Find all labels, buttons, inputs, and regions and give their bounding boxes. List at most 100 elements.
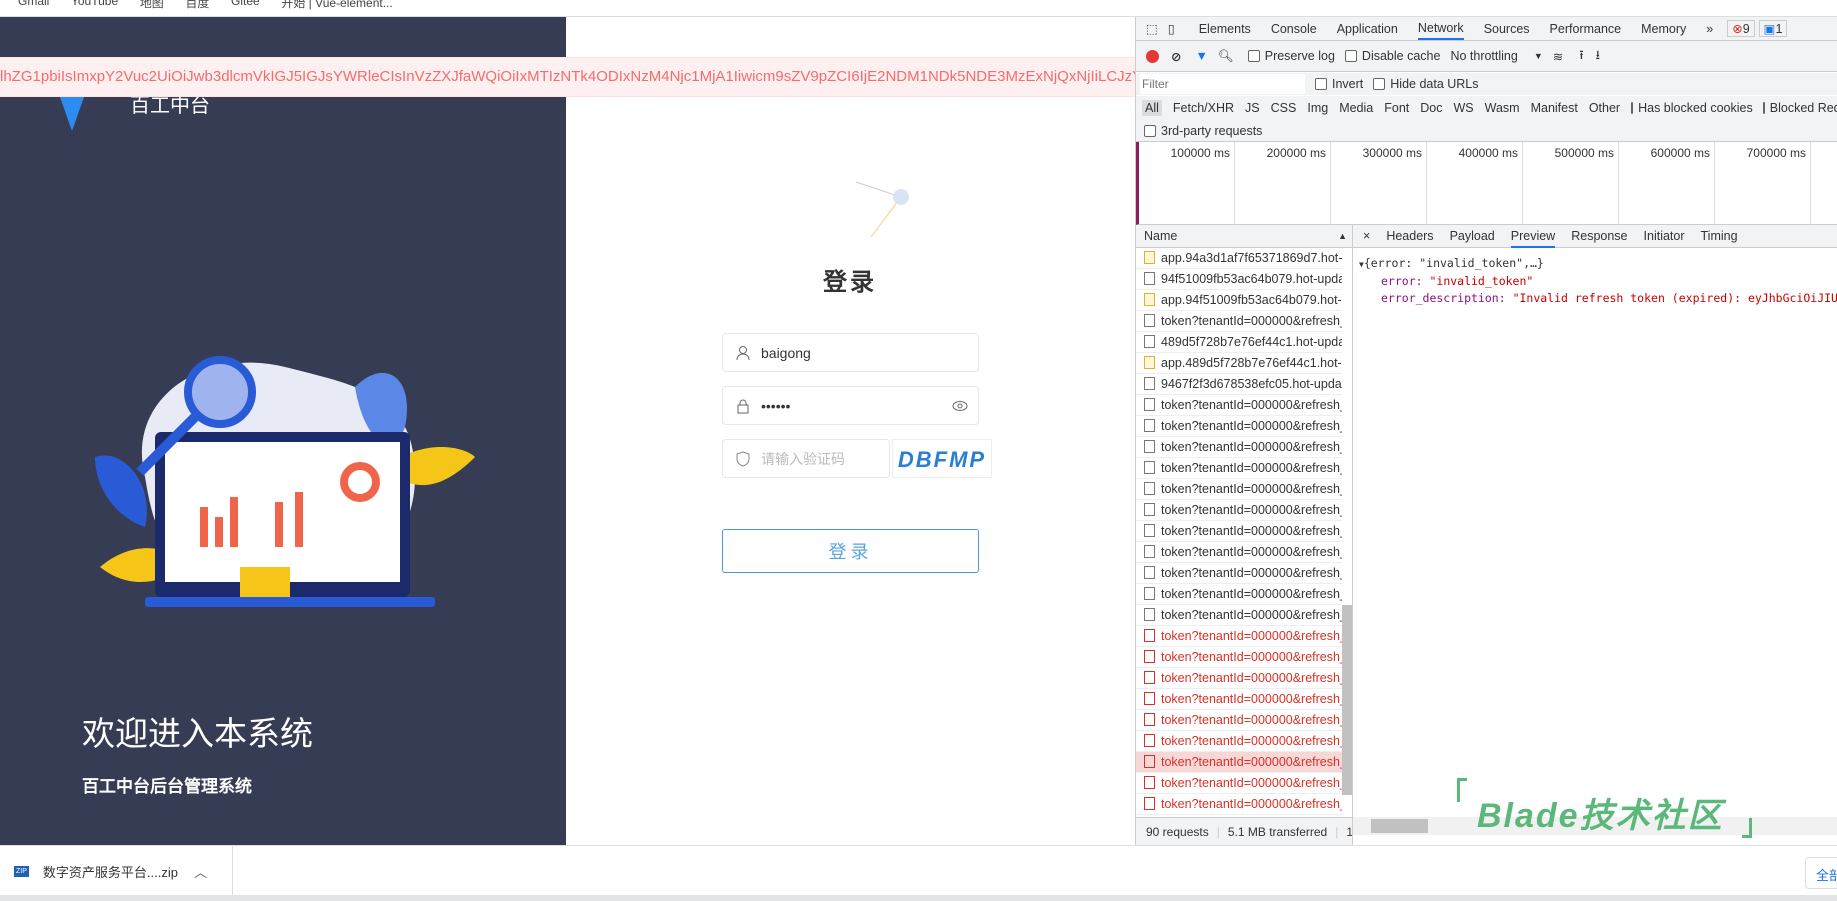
request-row[interactable]: token?tenantId=000000&refresh_token xyxy=(1136,626,1342,647)
bookmark[interactable]: Gitee xyxy=(231,0,260,8)
request-row[interactable]: token?tenantId=000000&refresh_token xyxy=(1136,773,1342,794)
filter-icon[interactable]: ▼ xyxy=(1195,49,1207,63)
error-count-badge[interactable]: ⊗9 xyxy=(1727,20,1755,37)
invert-checkbox[interactable] xyxy=(1315,78,1327,90)
name-column-header[interactable]: Name ▲ xyxy=(1136,225,1352,248)
request-row[interactable]: token?tenantId=000000&refresh_token xyxy=(1136,416,1342,437)
detail-tab-payload[interactable]: Payload xyxy=(1450,225,1495,247)
type-filter-all[interactable]: All xyxy=(1142,100,1162,116)
network-conditions-icon[interactable]: ≋ xyxy=(1553,49,1563,64)
record-icon[interactable] xyxy=(1146,49,1159,63)
tab-performance[interactable]: Performance xyxy=(1550,18,1622,40)
request-row[interactable]: token?tenantId=000000&refresh_token xyxy=(1136,605,1342,626)
request-row[interactable]: token?tenantId=000000&refresh_token xyxy=(1136,563,1342,584)
download-icon[interactable]: ⭳ xyxy=(1596,46,1600,67)
more-tabs-icon[interactable]: » xyxy=(1706,22,1713,36)
type-filter-manifest[interactable]: Manifest xyxy=(1531,101,1578,115)
request-row[interactable]: app.94a3d1af7f65371869d7.hot-update.js xyxy=(1136,248,1342,269)
type-filter-other[interactable]: Other xyxy=(1589,101,1620,115)
request-row[interactable]: app.94f51009fb53ac64b079.hot-update.js xyxy=(1136,290,1342,311)
request-row[interactable]: token?tenantId=000000&refresh_token xyxy=(1136,542,1342,563)
download-bar: ZIP 数字资产服务平台....zip ︿ 全部 xyxy=(0,845,1837,896)
taskbar-edge xyxy=(0,895,1837,901)
disable-cache-checkbox[interactable] xyxy=(1344,50,1357,62)
request-row[interactable]: token?tenantId=000000&refresh_token xyxy=(1136,731,1342,752)
type-filter-media[interactable]: Media xyxy=(1339,101,1373,115)
tab-network[interactable]: Network xyxy=(1417,17,1464,40)
login-left-panel: 百工中台 欢迎进入本系统 百工中台后台管理系统 xyxy=(0,17,566,845)
request-row[interactable]: 489d5f728b7e76ef44c1.hot-update.json xyxy=(1136,332,1342,353)
request-row[interactable]: token?tenantId=000000&refresh_token xyxy=(1136,395,1342,416)
bookmark[interactable]: 百度 xyxy=(185,0,209,11)
bookmark[interactable]: 地图 xyxy=(140,0,164,11)
type-filter-css[interactable]: CSS xyxy=(1271,101,1297,115)
request-name: token?tenantId=000000&refresh_token xyxy=(1161,524,1342,538)
bookmark[interactable]: Gmail xyxy=(18,0,49,8)
hide-data-urls-checkbox[interactable] xyxy=(1373,78,1386,90)
request-row[interactable]: token?tenantId=000000&refresh_token xyxy=(1136,521,1342,542)
show-all-button[interactable]: 全部 xyxy=(1805,857,1837,889)
request-row[interactable]: token?tenantId=000000&refresh_token xyxy=(1136,794,1342,815)
dropdown-icon[interactable]: ▼ xyxy=(1534,51,1543,61)
scrollbar[interactable] xyxy=(1342,605,1352,795)
detail-tab-headers[interactable]: Headers xyxy=(1386,225,1433,247)
filter-input[interactable] xyxy=(1140,74,1305,94)
tab-sources[interactable]: Sources xyxy=(1484,18,1530,40)
bookmark[interactable]: 开始 | Vue-element... xyxy=(281,0,392,11)
type-filter-wasm[interactable]: Wasm xyxy=(1485,101,1520,115)
tab-elements[interactable]: Elements xyxy=(1199,18,1251,40)
tab-application[interactable]: Application xyxy=(1337,18,1398,40)
request-row[interactable]: token?tenantId=000000&refresh_token xyxy=(1136,311,1342,332)
chevron-up-icon[interactable]: ︿ xyxy=(194,862,207,881)
request-row[interactable]: token?tenantId=000000&refresh_token xyxy=(1136,752,1342,773)
type-filter-ws[interactable]: WS xyxy=(1453,101,1473,115)
captcha-image[interactable]: DBFMP xyxy=(892,439,992,478)
device-toggle-icon[interactable]: ▯ xyxy=(1168,21,1175,36)
request-row[interactable]: token?tenantId=000000&refresh_token xyxy=(1136,668,1342,689)
request-row[interactable]: token?tenantId=000000&refresh_token xyxy=(1136,584,1342,605)
tab-memory[interactable]: Memory xyxy=(1641,18,1686,40)
type-filter-img[interactable]: Img xyxy=(1307,101,1328,115)
type-filter-doc[interactable]: Doc xyxy=(1420,101,1442,115)
type-filter-fetchxhr[interactable]: Fetch/XHR xyxy=(1173,101,1234,115)
preserve-log-checkbox[interactable] xyxy=(1247,50,1260,62)
tab-console[interactable]: Console xyxy=(1271,18,1317,40)
password-field[interactable]: •••••• xyxy=(722,386,979,425)
type-filter-js[interactable]: JS xyxy=(1245,101,1260,115)
type-filter-font[interactable]: Font xyxy=(1384,101,1409,115)
login-button[interactable]: 登录 xyxy=(722,529,979,573)
message-count-badge[interactable]: ▣1 xyxy=(1758,20,1788,37)
request-row[interactable]: token?tenantId=000000&refresh_token xyxy=(1136,458,1342,479)
request-row[interactable]: token?tenantId=000000&refresh_token xyxy=(1136,500,1342,521)
upload-icon[interactable]: ⭱ xyxy=(1579,46,1583,67)
clear-icon[interactable]: ⊘ xyxy=(1171,49,1181,64)
bookmark[interactable]: YouTube xyxy=(71,0,118,8)
captcha-field[interactable]: 请输入验证码 xyxy=(722,439,890,478)
detail-tab-initiator[interactable]: Initiator xyxy=(1644,225,1685,247)
request-row[interactable]: token?tenantId=000000&refresh_token xyxy=(1136,689,1342,710)
request-row[interactable]: app.489d5f728b7e76ef44c1.hot-update.js xyxy=(1136,353,1342,374)
network-timeline[interactable]: 100000 ms 200000 ms 300000 ms 400000 ms 5000… xyxy=(1136,142,1837,225)
request-name: token?tenantId=000000&refresh_token xyxy=(1161,503,1342,517)
eye-icon[interactable] xyxy=(952,400,968,412)
third-party-checkbox[interactable] xyxy=(1144,124,1156,137)
search-icon[interactable]: 🔍︎ xyxy=(1218,49,1234,64)
request-row[interactable]: token?tenantId=000000&refresh_token xyxy=(1136,647,1342,668)
inspect-icon[interactable]: ⬚ xyxy=(1146,21,1158,36)
json-root[interactable]: ▼{error: "invalid_token",…} xyxy=(1359,255,1837,273)
blocked-requests-checkbox[interactable] xyxy=(1762,102,1765,114)
download-item[interactable]: ZIP 数字资产服务平台....zip ︿ xyxy=(0,846,233,896)
detail-tab-preview[interactable]: Preview xyxy=(1510,225,1556,248)
detail-tab-timing[interactable]: Timing xyxy=(1701,225,1738,247)
request-name: 489d5f728b7e76ef44c1.hot-update.json xyxy=(1161,335,1342,349)
request-row[interactable]: token?tenantId=000000&refresh_token xyxy=(1136,710,1342,731)
close-icon[interactable]: × xyxy=(1363,229,1370,243)
detail-tab-response[interactable]: Response xyxy=(1571,225,1627,247)
request-row[interactable]: 9467f2f3d678538efc05.hot-update.json xyxy=(1136,374,1342,395)
request-row[interactable]: token?tenantId=000000&refresh_token xyxy=(1136,437,1342,458)
request-row[interactable]: token?tenantId=000000&refresh_token xyxy=(1136,479,1342,500)
username-field[interactable]: baigong xyxy=(722,333,979,372)
request-row[interactable]: 94f51009fb53ac64b079.hot-update.json xyxy=(1136,269,1342,290)
has-blocked-cookies-checkbox[interactable] xyxy=(1631,102,1634,114)
throttling-select[interactable]: No throttling xyxy=(1450,49,1517,63)
